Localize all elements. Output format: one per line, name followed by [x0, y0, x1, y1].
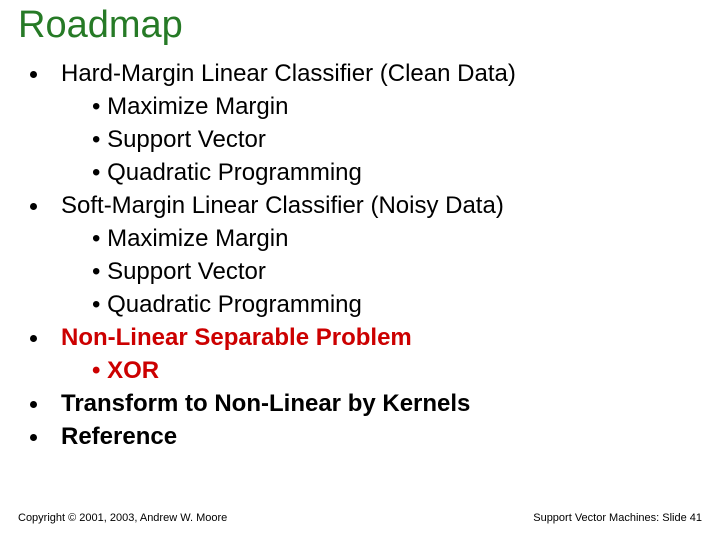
slide-title: Roadmap — [0, 0, 720, 47]
sub-list-item-label: Maximize Margin — [107, 225, 288, 252]
sub-list-item-label: Quadratic Programming — [107, 291, 362, 318]
list-item-label: Soft-Margin Linear Classifier (Noisy Dat… — [61, 189, 504, 222]
sub-bullet-icon: • — [92, 357, 107, 384]
slide: Roadmap Hard-Margin Linear Classifier (C… — [0, 0, 720, 540]
list-item: Reference — [30, 420, 720, 453]
list-item: Soft-Margin Linear Classifier (Noisy Dat… — [30, 189, 720, 222]
sub-list-item: • XOR — [92, 354, 720, 387]
sub-list-item: • Quadratic Programming — [92, 156, 720, 189]
sub-list: • XOR — [30, 354, 720, 387]
list-item: Transform to Non-Linear by Kernels — [30, 387, 720, 420]
sub-list-item-label: Support Vector — [107, 258, 266, 285]
bullet-icon — [30, 434, 37, 441]
list-item-label: Hard-Margin Linear Classifier (Clean Dat… — [61, 57, 516, 90]
sub-list: • Maximize Margin• Support Vector• Quadr… — [30, 222, 720, 321]
sub-bullet-icon: • — [92, 291, 107, 318]
sub-bullet-icon: • — [92, 258, 107, 285]
list-item: Non-Linear Separable Problem — [30, 321, 720, 354]
sub-list: • Maximize Margin• Support Vector• Quadr… — [30, 90, 720, 189]
sub-bullet-icon: • — [92, 126, 107, 153]
sub-list-item: • Support Vector — [92, 123, 720, 156]
bullet-icon — [30, 335, 37, 342]
slide-footer: Copyright © 2001, 2003, Andrew W. Moore … — [18, 512, 702, 524]
list-item-label: Transform to Non-Linear by Kernels — [61, 387, 470, 420]
sub-bullet-icon: • — [92, 225, 107, 252]
bullet-icon — [30, 71, 37, 78]
footer-copyright: Copyright © 2001, 2003, Andrew W. Moore — [18, 512, 227, 524]
bullet-icon — [30, 401, 37, 408]
sub-list-item: • Maximize Margin — [92, 90, 720, 123]
sub-list-item: • Quadratic Programming — [92, 288, 720, 321]
sub-list-item: • Maximize Margin — [92, 222, 720, 255]
sub-list-item-label: XOR — [107, 357, 159, 384]
sub-list-item: • Support Vector — [92, 255, 720, 288]
sub-bullet-icon: • — [92, 93, 107, 120]
list-item: Hard-Margin Linear Classifier (Clean Dat… — [30, 57, 720, 90]
sub-bullet-icon: • — [92, 159, 107, 186]
sub-list-item-label: Maximize Margin — [107, 93, 288, 120]
sub-list-item-label: Support Vector — [107, 126, 266, 153]
slide-content: Hard-Margin Linear Classifier (Clean Dat… — [0, 47, 720, 453]
sub-list-item-label: Quadratic Programming — [107, 159, 362, 186]
list-item-label: Non-Linear Separable Problem — [61, 321, 412, 354]
footer-slide-number: Support Vector Machines: Slide 41 — [533, 512, 702, 524]
list-item-label: Reference — [61, 420, 177, 453]
bullet-icon — [30, 203, 37, 210]
